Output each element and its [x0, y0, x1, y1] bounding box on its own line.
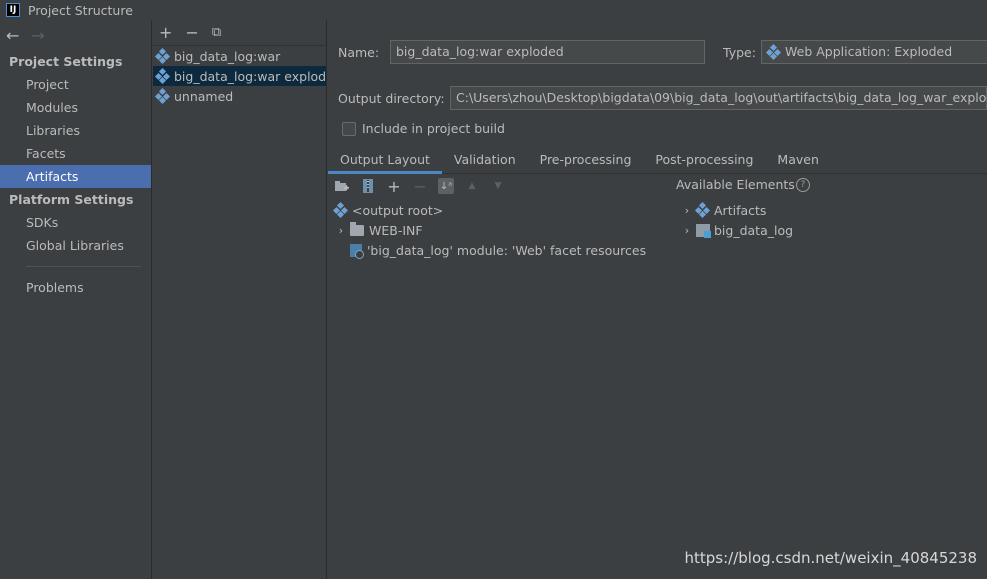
name-field[interactable]: big_data_log:war exploded — [390, 40, 705, 64]
chevron-right-icon[interactable]: › — [680, 204, 694, 217]
type-row: Type: Web Application: Exploded — [723, 40, 987, 64]
artifact-item-selected[interactable]: big_data_log:war exploded — [153, 66, 326, 86]
back-arrow-icon[interactable]: ← — [6, 26, 19, 45]
artifact-item[interactable]: big_data_log:war — [153, 46, 326, 66]
include-row: Include in project build — [342, 121, 505, 136]
copy-icon[interactable]: ⧉ — [212, 25, 221, 40]
include-in-build-checkbox[interactable] — [342, 121, 356, 136]
sidebar-divider — [26, 266, 141, 267]
available-elements-label: Available Elements — [676, 177, 795, 192]
folder-icon — [350, 221, 364, 236]
create-archive-icon[interactable] — [360, 178, 376, 194]
project-settings-heading: Project Settings — [9, 54, 123, 69]
settings-sidebar: ← → Project Settings Project Modules Lib… — [0, 20, 152, 579]
artifact-diamond-icon — [154, 47, 171, 65]
sidebar-item-project[interactable]: Project — [0, 73, 151, 96]
type-select-value: Web Application: Exploded — [785, 44, 953, 59]
output-dir-label: Output directory: — [338, 90, 445, 106]
type-label: Type: — [723, 44, 756, 60]
tree-item-web-inf[interactable]: › WEB-INF — [334, 220, 646, 240]
output-layout-tree: <output root> › WEB-INF 'big_data_log' m… — [332, 200, 646, 260]
available-item-label: Artifacts — [714, 202, 767, 218]
tree-item-label: 'big_data_log' module: 'Web' facet resou… — [367, 242, 647, 258]
artifact-item[interactable]: unnamed — [153, 86, 326, 106]
artifact-diamond-icon — [154, 87, 171, 105]
tab-output-layout[interactable]: Output Layout — [328, 149, 442, 174]
output-dir-row: Output directory: C:\Users\zhou\Desktop\… — [338, 86, 987, 110]
available-elements-header: Available Elements ? — [676, 177, 810, 192]
remove-element-icon[interactable]: − — [412, 177, 428, 196]
artifact-root-icon — [332, 201, 349, 219]
tree-item-label: <output root> — [352, 202, 444, 218]
add-icon[interactable]: + — [159, 23, 172, 42]
watermark-url: https://blog.csdn.net/weixin_40845238 — [684, 549, 977, 567]
sidebar-item-sdks[interactable]: SDKs — [0, 211, 151, 234]
artifact-item-label: big_data_log:war — [174, 48, 281, 64]
chevron-right-icon[interactable]: › — [680, 224, 694, 237]
available-elements-tree: › Artifacts › big_data_log — [680, 200, 793, 240]
window-title: Project Structure — [28, 2, 133, 18]
tab-maven[interactable]: Maven — [765, 149, 830, 174]
sidebar-item-global-libraries[interactable]: Global Libraries — [0, 234, 151, 257]
sidebar-item-facets[interactable]: Facets — [0, 142, 151, 165]
create-directory-icon[interactable] — [334, 178, 350, 194]
artifact-diamond-icon — [694, 201, 711, 219]
tree-item-output-root[interactable]: <output root> — [332, 200, 646, 220]
add-copy-of-icon[interactable]: + — [386, 177, 402, 196]
move-down-icon[interactable]: ▼ — [490, 178, 506, 194]
forward-arrow-icon[interactable]: → — [31, 26, 44, 45]
chevron-right-icon[interactable]: › — [334, 224, 348, 237]
remove-icon[interactable]: − — [185, 23, 198, 42]
web-facet-icon — [350, 243, 364, 259]
tree-item-facet-resources[interactable]: 'big_data_log' module: 'Web' facet resou… — [334, 240, 646, 260]
artifact-item-label: unnamed — [174, 88, 234, 104]
tab-validation[interactable]: Validation — [442, 149, 528, 174]
include-in-build-label: Include in project build — [362, 121, 505, 136]
name-row: Name: big_data_log:war exploded — [338, 40, 705, 64]
artifact-diamond-icon — [154, 67, 171, 85]
available-item-artifacts[interactable]: › Artifacts — [680, 200, 793, 220]
platform-settings-heading: Platform Settings — [9, 192, 134, 207]
tab-post-processing[interactable]: Post-processing — [643, 149, 765, 174]
output-layout-toolbar: + − ↓ᵃ ▲ ▼ — [328, 175, 673, 197]
artifact-details-panel: Name: big_data_log:war exploded Type: We… — [328, 20, 987, 579]
available-item-module[interactable]: › big_data_log — [680, 220, 793, 240]
name-label: Name: — [338, 44, 380, 60]
tab-pre-processing[interactable]: Pre-processing — [528, 149, 644, 174]
sidebar-item-modules[interactable]: Modules — [0, 96, 151, 119]
sidebar-item-artifacts[interactable]: Artifacts — [0, 165, 151, 188]
type-select[interactable]: Web Application: Exploded — [761, 40, 987, 64]
sidebar-item-problems[interactable]: Problems — [0, 276, 151, 299]
artifacts-toolbar: + − ⧉ — [153, 20, 326, 46]
available-item-label: big_data_log — [714, 222, 794, 238]
module-icon — [696, 223, 711, 238]
artifact-item-label: big_data_log:war exploded — [174, 68, 326, 84]
sort-elements-icon[interactable]: ↓ᵃ — [438, 178, 454, 194]
tree-item-label: WEB-INF — [369, 222, 423, 238]
output-dir-field[interactable]: C:\Users\zhou\Desktop\bigdata\09\big_dat… — [450, 86, 987, 110]
title-bar: IJ Project Structure — [0, 0, 987, 20]
intellij-app-icon: IJ — [6, 3, 20, 17]
nav-arrows: ← → — [0, 20, 151, 50]
artifacts-list-panel: + − ⧉ big_data_log:war big_data_log:war … — [153, 20, 327, 579]
sidebar-item-libraries[interactable]: Libraries — [0, 119, 151, 142]
help-icon[interactable]: ? — [795, 177, 810, 192]
move-up-icon[interactable]: ▲ — [464, 178, 480, 194]
artifact-tabs: Output Layout Validation Pre-processing … — [328, 149, 987, 174]
web-app-type-icon — [765, 43, 782, 61]
